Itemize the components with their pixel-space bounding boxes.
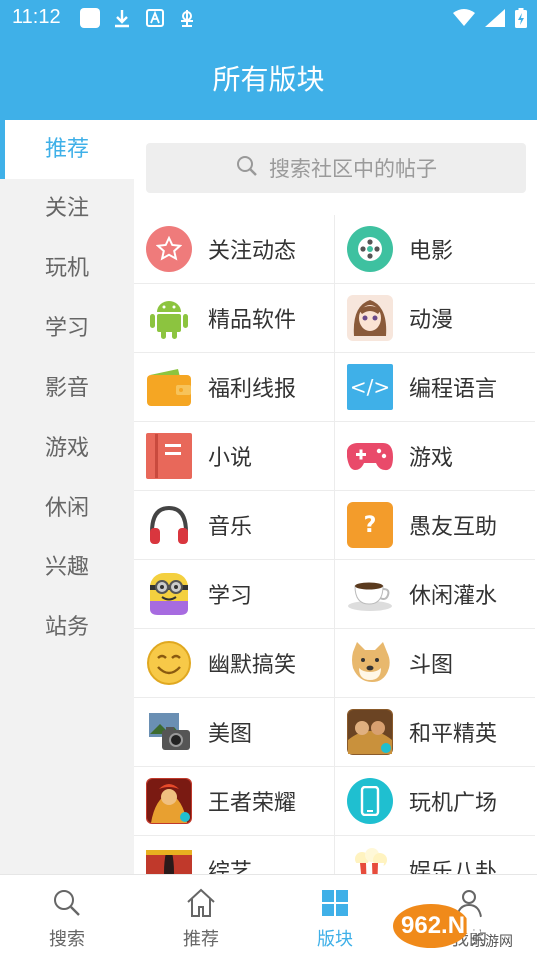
headphones-icon bbox=[146, 502, 192, 548]
board-games[interactable]: 游戏 bbox=[335, 422, 535, 491]
board-label: 休闲灌水 bbox=[409, 584, 498, 609]
android-icon bbox=[146, 295, 192, 341]
tab-boards[interactable]: 版块 bbox=[268, 875, 402, 957]
bug-icon bbox=[176, 8, 198, 28]
phone-icon bbox=[347, 778, 393, 824]
sidebar-item-media[interactable]: 影音 bbox=[0, 359, 134, 418]
board-label: 动漫 bbox=[409, 308, 454, 333]
keyboard-a-icon bbox=[146, 8, 164, 28]
search-icon bbox=[51, 887, 83, 919]
smiley-icon bbox=[146, 640, 192, 686]
site-watermark: 962.NET 乐游网 bbox=[391, 900, 531, 950]
sidebar-item-follow[interactable]: 关注 bbox=[0, 179, 134, 238]
sidebar-item-leisure[interactable]: 休闲 bbox=[0, 479, 134, 538]
page-title: 所有版块 bbox=[212, 63, 325, 96]
sidebar-item-interest[interactable]: 兴趣 bbox=[0, 538, 134, 597]
wallet-icon bbox=[146, 364, 192, 410]
app-header: 11:12 所有版块 bbox=[0, 0, 537, 120]
grid-icon bbox=[319, 887, 351, 919]
doge-icon bbox=[347, 640, 393, 686]
board-follow-updates[interactable]: 关注动态 bbox=[134, 215, 335, 284]
search-placeholder: 搜索社区中的帖子 bbox=[269, 157, 437, 181]
board-deals[interactable]: 福利线报 bbox=[134, 353, 335, 422]
board-label: 电影 bbox=[409, 239, 454, 264]
board-anime[interactable]: 动漫 bbox=[335, 284, 535, 353]
signal-icon bbox=[485, 9, 505, 31]
anime-girl-icon bbox=[347, 295, 393, 341]
board-novels[interactable]: 小说 bbox=[134, 422, 335, 491]
board-label: 精品软件 bbox=[208, 308, 297, 333]
film-reel-icon bbox=[347, 226, 393, 272]
board-label: 愚友互助 bbox=[409, 515, 498, 540]
search-input[interactable]: 搜索社区中的帖子 bbox=[146, 143, 526, 193]
status-time: 11:12 bbox=[12, 6, 61, 28]
board-label: 编程语言 bbox=[409, 377, 498, 402]
tab-search[interactable]: 搜索 bbox=[0, 875, 134, 957]
search-icon bbox=[235, 154, 259, 183]
board-label: 福利线报 bbox=[208, 377, 297, 402]
board-pictures[interactable]: 美图 bbox=[134, 698, 335, 767]
board-movies[interactable]: 电影 bbox=[335, 215, 535, 284]
board-label: 斗图 bbox=[409, 653, 454, 678]
board-study[interactable]: 学习 bbox=[134, 560, 335, 629]
board-grid: 关注动态 电影 精品软件 动漫 福利线报 </> 编程语言 小说 游戏 音乐 ?… bbox=[134, 215, 537, 874]
board-phone-square[interactable]: 玩机广场 bbox=[335, 767, 535, 836]
status-bar: 11:12 bbox=[0, 0, 537, 36]
tab-label: 版块 bbox=[317, 929, 353, 950]
board-music[interactable]: 音乐 bbox=[134, 491, 335, 560]
tab-label: 推荐 bbox=[183, 929, 219, 950]
category-sidebar: 推荐 关注 玩机 学习 影音 游戏 休闲 兴趣 站务 bbox=[0, 120, 134, 874]
board-chat[interactable]: 休闲灌水 bbox=[335, 560, 535, 629]
board-label: 小说 bbox=[208, 446, 253, 471]
board-label: 和平精英 bbox=[409, 722, 498, 747]
gamepad-icon bbox=[347, 433, 393, 479]
board-programming[interactable]: </> 编程语言 bbox=[335, 353, 535, 422]
board-label: 关注动态 bbox=[208, 239, 297, 264]
sidebar-item-games[interactable]: 游戏 bbox=[0, 419, 134, 478]
honor-of-kings-icon bbox=[146, 778, 192, 824]
sidebar-item-site[interactable]: 站务 bbox=[0, 598, 134, 657]
board-label: 娱乐八卦 bbox=[409, 860, 498, 874]
home-icon bbox=[185, 887, 217, 919]
board-gossip[interactable]: 娱乐八卦 bbox=[335, 836, 535, 874]
tab-label: 搜索 bbox=[49, 929, 85, 950]
board-software[interactable]: 精品软件 bbox=[134, 284, 335, 353]
coffee-cup-icon bbox=[347, 571, 393, 617]
tab-recommend[interactable]: 推荐 bbox=[134, 875, 268, 957]
board-peace-elite[interactable]: 和平精英 bbox=[335, 698, 535, 767]
board-label: 学习 bbox=[208, 584, 253, 609]
sidebar-item-study[interactable]: 学习 bbox=[0, 299, 134, 358]
photo-icon bbox=[146, 709, 192, 755]
sidebar-item-recommend[interactable]: 推荐 bbox=[0, 120, 134, 179]
battery-charging-icon bbox=[515, 8, 527, 32]
minion-icon bbox=[146, 571, 192, 617]
notification-square-icon bbox=[80, 8, 100, 28]
question-icon: ? bbox=[347, 502, 393, 548]
board-label: 美图 bbox=[208, 722, 253, 747]
board-label: 音乐 bbox=[208, 515, 253, 540]
board-label: 幽默搞笑 bbox=[208, 653, 297, 678]
sidebar-item-phone[interactable]: 玩机 bbox=[0, 239, 134, 298]
pubg-icon bbox=[347, 709, 393, 755]
download-icon bbox=[113, 8, 131, 28]
star-icon bbox=[146, 226, 192, 272]
board-meme[interactable]: 斗图 bbox=[335, 629, 535, 698]
code-icon: </> bbox=[347, 364, 393, 410]
board-help[interactable]: ? 愚友互助 bbox=[335, 491, 535, 560]
board-label: 综艺 bbox=[208, 860, 253, 874]
wifi-icon bbox=[453, 9, 475, 31]
board-label: 游戏 bbox=[409, 446, 454, 471]
board-label: 玩机广场 bbox=[409, 791, 498, 816]
board-honor-of-kings[interactable]: 王者荣耀 bbox=[134, 767, 335, 836]
board-label: 王者荣耀 bbox=[208, 791, 297, 816]
board-variety-show[interactable]: 综艺 bbox=[134, 836, 335, 874]
stage-curtain-icon bbox=[146, 847, 192, 874]
board-humor[interactable]: 幽默搞笑 bbox=[134, 629, 335, 698]
book-icon bbox=[146, 433, 192, 479]
watermark-sub: 乐游网 bbox=[471, 934, 513, 950]
popcorn-icon bbox=[347, 847, 393, 874]
